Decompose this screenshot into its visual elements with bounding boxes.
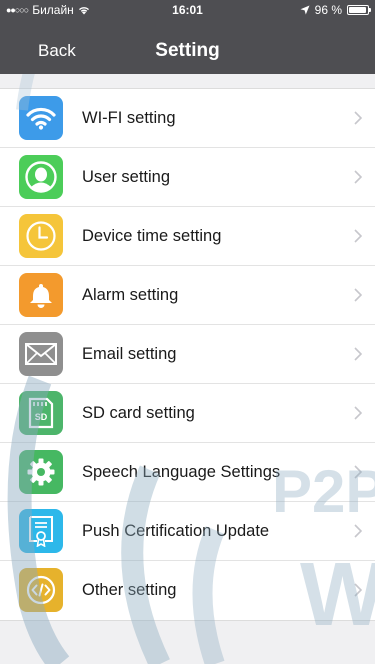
navigation-header: ●●○○○ Билайн 16:01 96 % Back Setting — [0, 0, 375, 74]
battery-percent: 96 % — [314, 3, 342, 17]
settings-row-push-certification[interactable]: Push Certification Update — [0, 502, 375, 561]
settings-row-label: WI-FI setting — [82, 109, 176, 127]
settings-row-label: Device time setting — [82, 227, 222, 245]
page-title: Setting — [155, 40, 220, 61]
chevron-right-icon — [354, 170, 362, 184]
svg-text:SD: SD — [35, 412, 48, 422]
battery-level — [349, 7, 367, 13]
chevron-right-icon — [354, 111, 362, 125]
gear-icon — [19, 450, 63, 494]
bell-icon — [19, 273, 63, 317]
code-icon — [19, 568, 63, 612]
settings-list: WI-FI setting User setting Device time s… — [0, 88, 375, 621]
location-arrow-icon — [300, 5, 310, 15]
settings-row-speech-language[interactable]: Speech Language Settings — [0, 443, 375, 502]
nav-bar: Back Setting — [0, 28, 375, 74]
chevron-right-icon — [354, 524, 362, 538]
settings-row-user[interactable]: User setting — [0, 148, 375, 207]
settings-row-device-time[interactable]: Device time setting — [0, 207, 375, 266]
settings-row-label: Speech Language Settings — [82, 463, 281, 481]
chevron-right-icon — [354, 229, 362, 243]
clock-icon — [19, 214, 63, 258]
sd-card-icon: SD — [19, 391, 63, 435]
battery-icon — [347, 5, 371, 15]
certificate-icon — [19, 509, 63, 553]
settings-row-email[interactable]: Email setting — [0, 325, 375, 384]
envelope-icon — [19, 332, 63, 376]
status-bar: ●●○○○ Билайн 16:01 96 % — [0, 0, 375, 20]
chevron-right-icon — [354, 583, 362, 597]
wifi-icon — [19, 96, 63, 140]
status-right: 96 % — [300, 3, 371, 17]
settings-row-label: Other setting — [82, 581, 177, 599]
chevron-right-icon — [354, 347, 362, 361]
settings-row-label: User setting — [82, 168, 171, 186]
chevron-right-icon — [354, 465, 362, 479]
settings-row-other[interactable]: Other setting — [0, 561, 375, 620]
settings-row-label: Alarm setting — [82, 286, 179, 304]
chevron-right-icon — [354, 288, 362, 302]
settings-row-alarm[interactable]: Alarm setting — [0, 266, 375, 325]
user-icon — [19, 155, 63, 199]
settings-row-wifi[interactable]: WI-FI setting — [0, 89, 375, 148]
chevron-right-icon — [354, 406, 362, 420]
settings-row-label: SD card setting — [82, 404, 195, 422]
settings-row-label: Email setting — [82, 345, 177, 363]
settings-row-label: Push Certification Update — [82, 522, 270, 540]
settings-row-sd-card[interactable]: SD SD card setting — [0, 384, 375, 443]
